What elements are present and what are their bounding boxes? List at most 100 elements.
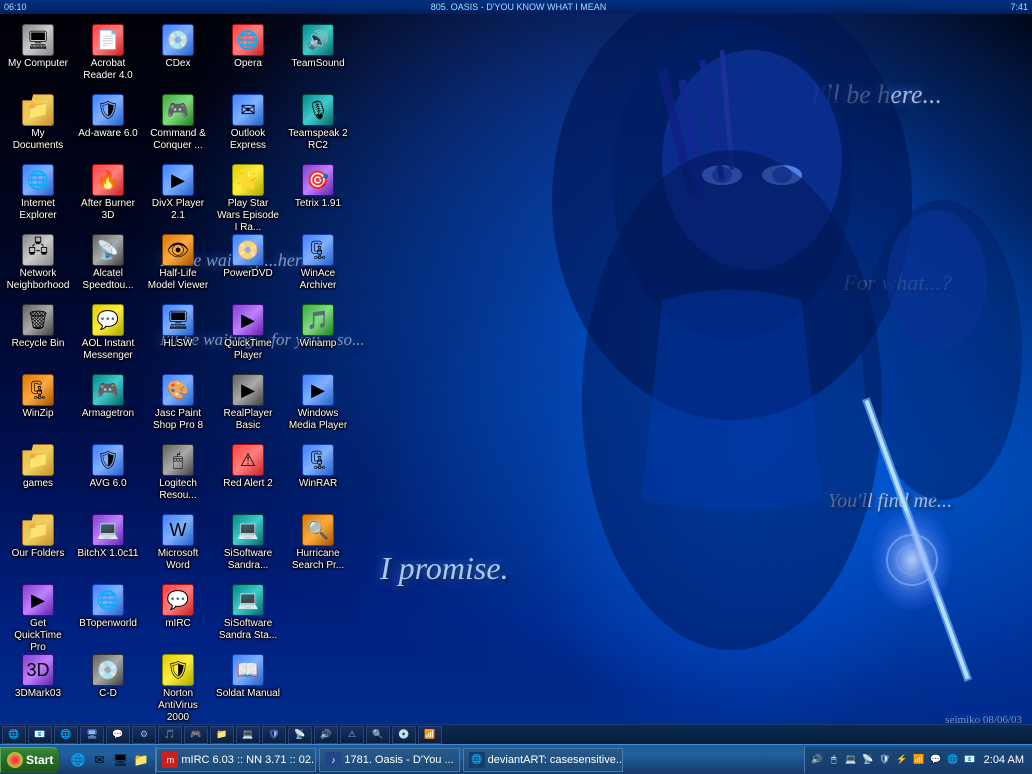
desktop-icon-internet-explorer[interactable]: 🌐Internet Explorer	[4, 160, 72, 230]
desktop-icon-windows-media-player[interactable]: ▶Windows Media Player	[284, 370, 352, 440]
icon-label-17: Half-Life Model Viewer	[146, 268, 210, 292]
icon-image-47: 📖	[232, 654, 264, 686]
desktop-icon-realplayer-basic[interactable]: ▶RealPlayer Basic	[214, 370, 282, 440]
ql-email[interactable]: ✉	[89, 750, 109, 770]
tray-icon-5[interactable]: 🛡	[877, 752, 893, 768]
taskbar2-wifi[interactable]: 📶	[418, 726, 442, 744]
taskbar2-chat[interactable]: 💬	[106, 726, 130, 744]
icon-image-14: 🎯	[302, 164, 334, 196]
desktop-icon-network-neighborhood[interactable]: 🖧Network Neighborhood	[4, 230, 72, 300]
desktop-icon-mirc[interactable]: 💬mIRC	[144, 580, 212, 650]
desktop-icon-divx-player-21[interactable]: ▶DivX Player 2.1	[144, 160, 212, 230]
desktop-icon-microsoft-word[interactable]: WMicrosoft Word	[144, 510, 212, 580]
desktop-icon-quicktime-player[interactable]: ▶QuickTime Player	[214, 300, 282, 370]
folder-icon-tb: 📁	[215, 728, 229, 742]
desktop-icon-teamspeak-2-rc2[interactable]: 🎙Teamspeak 2 RC2	[284, 90, 352, 160]
desktop-icon-hlsw[interactable]: 🖥HLSW	[144, 300, 212, 370]
desktop-icon-get-quicktime-pro[interactable]: ▶Get QuickTime Pro	[4, 580, 72, 650]
browser-icon: 🌐	[59, 728, 73, 742]
desktop-icon-sisoftware-sandra[interactable]: 💻SiSoftware Sandra...	[214, 510, 282, 580]
taskbar-deviant-window[interactable]: 🌐 deviantART: casesensitive...	[463, 748, 623, 772]
desktop-icon-c-d[interactable]: 💿C-D	[74, 650, 142, 720]
taskbar-oasis-window[interactable]: ♪ 1781. Oasis - D'You ...	[319, 748, 459, 772]
start-button[interactable]: Start	[0, 747, 60, 773]
icon-image-32: 🖱	[162, 444, 194, 476]
ql-folder[interactable]: 📁	[131, 750, 151, 770]
tray-icon-8[interactable]: 💬	[928, 752, 944, 768]
desktop-icon-after-burner-3d[interactable]: 🔥After Burner 3D	[74, 160, 142, 230]
taskbar2-ie[interactable]: 🌐	[2, 726, 26, 744]
desktop-icon-jasc-paint-shop-pro-8[interactable]: 🎨Jasc Paint Shop Pro 8	[144, 370, 212, 440]
desktop-icon-acrobat-reader-40[interactable]: 📄Acrobat Reader 4.0	[74, 20, 142, 90]
desktop-icon-cdex[interactable]: 💿CDex	[144, 20, 212, 90]
desktop-icon-avg-60[interactable]: 🛡AVG 6.0	[74, 440, 142, 510]
desktop-icon-tetrix-191[interactable]: 🎯Tetrix 1.91	[284, 160, 352, 230]
desktop-icon-powerdvd[interactable]: 📀PowerDVD	[214, 230, 282, 300]
taskbar2-av[interactable]: 🛡	[262, 726, 286, 744]
desktop-icon-winzip[interactable]: 🗜WinZip	[4, 370, 72, 440]
desktop-icon-norton-antivirus-2000[interactable]: 🛡Norton AntiVirus 2000	[144, 650, 212, 720]
taskbar-mirc-window[interactable]: m mIRC 6.03 :: NN 3.71 :: 02...	[156, 748, 316, 772]
desktop-icon-command--conquer-[interactable]: 🎮Command & Conquer ...	[144, 90, 212, 160]
taskbar2-net[interactable]: 📡	[288, 726, 312, 744]
icon-label-41: BTopenworld	[79, 618, 137, 630]
taskbar2-browser[interactable]: 🌐	[54, 726, 78, 744]
icon-image-2: 💿	[162, 24, 194, 56]
taskbar2-warn[interactable]: ⚠	[340, 726, 364, 744]
desktop-icon-my-computer[interactable]: 🖥My Computer	[4, 20, 72, 90]
taskbar2-sound[interactable]: 🔊	[314, 726, 338, 744]
desktop-icon-games[interactable]: 📁games	[4, 440, 72, 510]
desktop-icon-winamp[interactable]: 🎵Winamp	[284, 300, 352, 370]
net-icon-tb: 📡	[293, 728, 307, 742]
desktop-icon-my-documents[interactable]: 📁My Documents	[4, 90, 72, 160]
desktop-icon-outlook-express[interactable]: ✉Outlook Express	[214, 90, 282, 160]
taskbar2-email[interactable]: 📧	[28, 726, 52, 744]
desktop-icon-half-life-model-viewer[interactable]: 👁Half-Life Model Viewer	[144, 230, 212, 300]
cd-icon-tb: 💿	[397, 728, 411, 742]
icon-label-20: Recycle Bin	[12, 338, 65, 350]
taskbar2-pc[interactable]: 💻	[236, 726, 260, 744]
tray-icon-10[interactable]: 📧	[962, 752, 978, 768]
ql-browser[interactable]: 🌐	[68, 750, 88, 770]
desktop-icon-recycle-bin[interactable]: 🗑Recycle Bin	[4, 300, 72, 370]
taskbar2-game[interactable]: 🎮	[184, 726, 208, 744]
tray-icon-1[interactable]: 🔊	[809, 752, 825, 768]
tray-icon-4[interactable]: 📡	[860, 752, 876, 768]
desktop-icon-3dmark03[interactable]: 3D3DMark03	[4, 650, 72, 720]
taskbar2-desktop[interactable]: 🖥	[80, 726, 104, 744]
tray-icon-9[interactable]: 🌐	[945, 752, 961, 768]
desktop-icon-hurricane-search-pr[interactable]: 🔍Hurricane Search Pr...	[284, 510, 352, 580]
tray-icon-2[interactable]: 🖱	[826, 752, 842, 768]
taskbar2-music[interactable]: 🎵	[158, 726, 182, 744]
desktop-icon-btopenworld[interactable]: 🌐BTopenworld	[74, 580, 142, 650]
desktop-icon-logitech-resou[interactable]: 🖱Logitech Resou...	[144, 440, 212, 510]
desktop-icon-armagetron[interactable]: 🎮Armagetron	[74, 370, 142, 440]
icon-label-19: WinAce Archiver	[286, 268, 350, 292]
icon-label-45: C-D	[99, 688, 117, 700]
desktop-icon-soldat-manual[interactable]: 📖Soldat Manual	[214, 650, 282, 720]
taskbar2-search[interactable]: 🔍	[366, 726, 390, 744]
desktop-icon-play-star-wars-episode-i-ra[interactable]: 🌟Play Star Wars Episode I Ra...	[214, 160, 282, 230]
icon-label-4: TeamSound	[291, 58, 344, 70]
desktop-icon-winace-archiver[interactable]: 🗜WinAce Archiver	[284, 230, 352, 300]
title-bar-time-right: 7:41	[1010, 2, 1028, 12]
taskbar2-settings[interactable]: ⚙	[132, 726, 156, 744]
desktop-icon-opera[interactable]: 🌐Opera	[214, 20, 282, 90]
desktop-icon-teamsound[interactable]: 🔊TeamSound	[284, 20, 352, 90]
tray-icon-3[interactable]: 💻	[843, 752, 859, 768]
ql-desktop[interactable]: 🖥	[110, 750, 130, 770]
taskbar2-cd[interactable]: 💿	[392, 726, 416, 744]
desktop-icon-ad-aware-60[interactable]: 🛡Ad-aware 6.0	[74, 90, 142, 160]
tray-icon-7[interactable]: 📶	[911, 752, 927, 768]
desktop-icon-winrar[interactable]: 🗜WinRAR	[284, 440, 352, 510]
desktop-icon-red-alert-2[interactable]: ⚠Red Alert 2	[214, 440, 282, 510]
desktop-icon-alcatel-speedtou[interactable]: 📡Alcatel Speedtou...	[74, 230, 142, 300]
icon-label-42: mIRC	[165, 618, 191, 630]
tray-icon-6[interactable]: ⚡	[894, 752, 910, 768]
desktop-icon-sisoftware-sandra-sta[interactable]: 💻SiSoftware Sandra Sta...	[214, 580, 282, 650]
desktop-icon-bitchx-10c11[interactable]: 💻BitchX 1.0c11	[74, 510, 142, 580]
icon-label-16: Alcatel Speedtou...	[76, 268, 140, 292]
desktop-icon-aol-instant-messenger[interactable]: 💬AOL Instant Messenger	[74, 300, 142, 370]
taskbar2-folder[interactable]: 📁	[210, 726, 234, 744]
desktop-icon-our-folders[interactable]: 📁Our Folders	[4, 510, 72, 580]
